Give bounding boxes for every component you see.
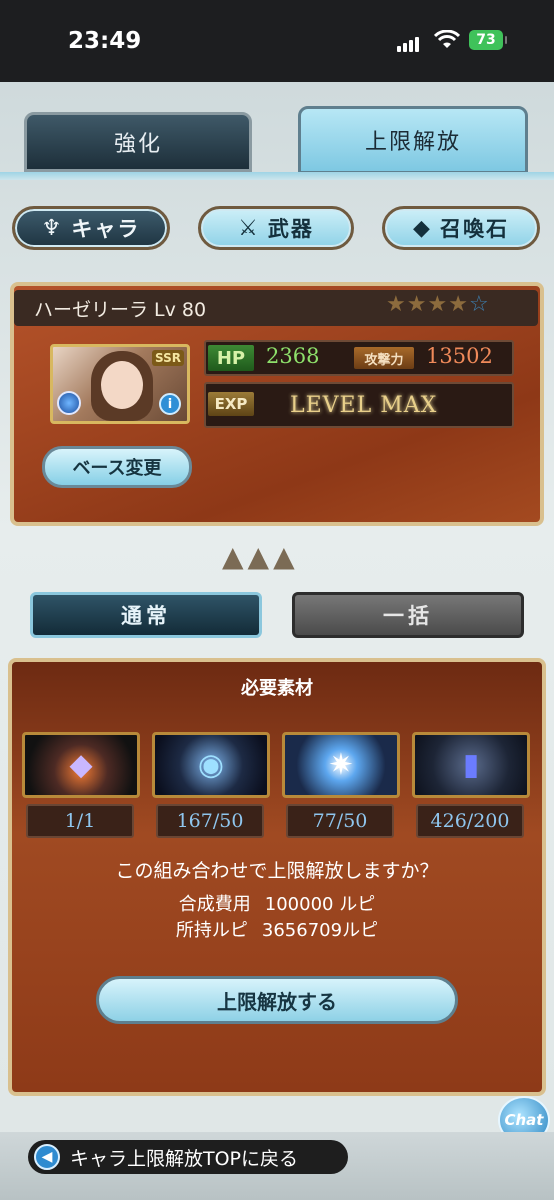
owned-value: 3656709ルピ: [261, 920, 379, 941]
star-burst-icon: ✷: [328, 747, 354, 783]
wifi-icon: [433, 29, 461, 54]
back-to-top-button[interactable]: ◀ キャラ上限解放TOPに戻る: [28, 1140, 348, 1174]
category-summon-button[interactable]: ◆ 召喚石: [382, 206, 540, 250]
clock: 23:49: [68, 28, 142, 54]
summon-stone-icon: ◆: [413, 215, 432, 241]
back-to-top-label: キャラ上限解放TOPに戻る: [70, 1147, 299, 1170]
material-count: 426/200: [416, 804, 524, 838]
ssr-badge: SSR: [152, 350, 184, 366]
hp-value: 2368: [266, 344, 320, 368]
signal-icon: [397, 33, 421, 52]
character-portrait[interactable]: SSR i: [50, 344, 190, 424]
uncap-indicator-icon: ▲▲▲: [222, 540, 299, 573]
material-count: 1/1: [26, 804, 134, 838]
material-item[interactable]: ▮: [412, 732, 530, 798]
category-character-button[interactable]: ♆ キャラ: [12, 206, 170, 250]
atk-label: 攻撃力: [354, 347, 414, 369]
crystal-icon: ◆: [69, 747, 93, 783]
material-count: 77/50: [286, 804, 394, 838]
category-weapon-label: 武器: [267, 217, 314, 241]
base-change-button[interactable]: ベース変更: [42, 446, 192, 488]
star-icon: ★: [386, 292, 407, 317]
category-summon-label: 召喚石: [439, 217, 509, 241]
cost-value: 100000 ルピ: [264, 894, 376, 915]
material-count: 167/50: [156, 804, 264, 838]
confirm-question: この組み合わせで上限解放しますか？: [115, 860, 439, 882]
material-item[interactable]: ◆: [22, 732, 140, 798]
info-icon[interactable]: i: [159, 393, 181, 415]
star-icon: ★: [406, 292, 428, 317]
category-character-label: キャラ: [71, 217, 141, 241]
orb-icon: ◉: [197, 747, 225, 783]
star-icon: ★: [448, 292, 469, 317]
hp-label: HP: [208, 345, 254, 371]
tab-uncap[interactable]: 上限解放: [298, 106, 528, 174]
star-empty-icon: ☆: [468, 292, 490, 317]
level-max-text: LEVEL MAX: [290, 393, 438, 418]
material-item[interactable]: ✷: [282, 732, 400, 798]
status-bar: 23:49 73: [0, 0, 554, 82]
rarity-stars: ★★★★☆: [386, 292, 490, 317]
exp-label: EXP: [208, 392, 254, 416]
owned-row: 所持ルピ 3656709ルピ: [0, 916, 554, 942]
category-weapon-button[interactable]: ⚔ 武器: [198, 206, 354, 250]
mode-normal-button[interactable]: 通常: [30, 592, 262, 638]
cost-label: 合成費用: [178, 894, 251, 915]
tab-underline: [0, 172, 554, 180]
tab-enhance[interactable]: 強化: [24, 112, 252, 172]
character-icon: ♆: [41, 215, 64, 241]
prism-icon: ▮: [462, 747, 480, 783]
owned-label: 所持ルピ: [175, 920, 248, 941]
portrait-face: [101, 361, 143, 409]
cost-row: 合成費用 100000 ルピ: [0, 890, 554, 916]
battery-icon: 73: [469, 30, 507, 50]
atk-value: 13502: [426, 344, 493, 368]
element-icon: [57, 391, 81, 415]
materials-title: 必要素材: [241, 678, 313, 699]
star-icon: ★: [427, 292, 449, 317]
weapon-icon: ⚔: [238, 215, 260, 241]
uncap-confirm-button[interactable]: 上限解放する: [96, 976, 458, 1024]
back-arrow-icon: ◀: [34, 1144, 60, 1170]
material-item[interactable]: ◉: [152, 732, 270, 798]
mode-bulk-button[interactable]: 一括: [292, 592, 524, 638]
